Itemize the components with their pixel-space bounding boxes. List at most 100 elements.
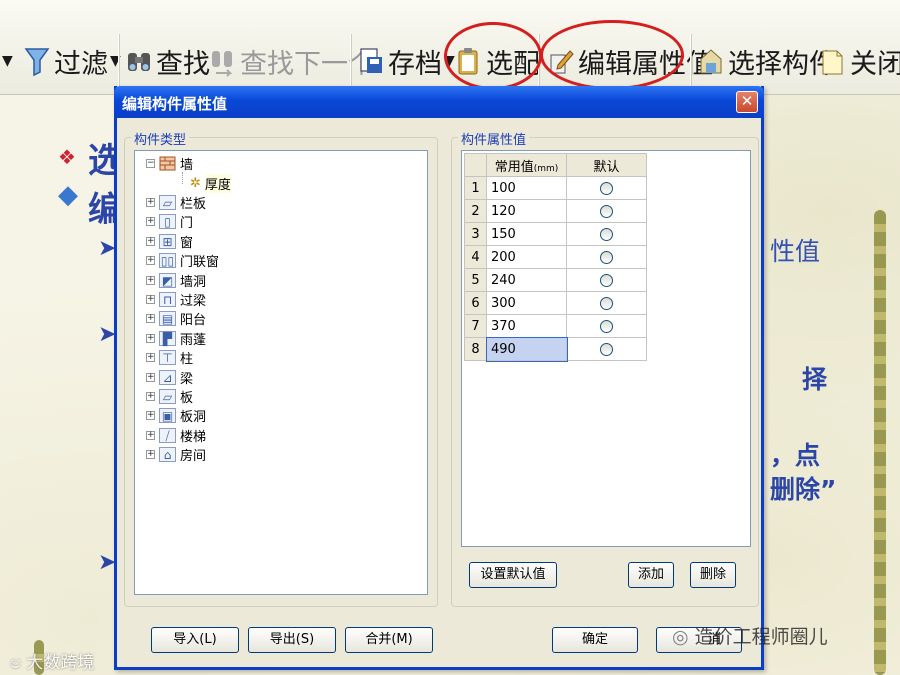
default-radio[interactable]: [600, 204, 613, 218]
table-row[interactable]: 2 120: [464, 199, 647, 223]
default-radio[interactable]: [600, 273, 613, 287]
tree-item[interactable]: + ⊤ 柱: [146, 348, 193, 367]
set-default-button[interactable]: 设置默认值: [469, 562, 557, 588]
default-radio[interactable]: [600, 296, 613, 310]
close-toolbar-label: 关闭: [850, 48, 900, 80]
value-cell[interactable]: 300: [486, 291, 567, 315]
table-row[interactable]: 4 200: [464, 245, 647, 269]
default-radio[interactable]: [600, 181, 613, 195]
default-cell[interactable]: [566, 176, 647, 200]
export-button[interactable]: 导出(S): [248, 627, 336, 653]
default-radio[interactable]: [600, 250, 613, 264]
default-cell[interactable]: [566, 268, 647, 292]
value-cell[interactable]: 370: [486, 314, 567, 338]
expand-icon[interactable]: +: [146, 314, 155, 324]
default-cell[interactable]: [566, 314, 647, 338]
value-cell[interactable]: 200: [486, 245, 567, 269]
tree-item-label: 门联窗: [180, 255, 220, 271]
expand-icon[interactable]: +: [146, 217, 155, 227]
expand-icon[interactable]: +: [146, 392, 155, 401]
expand-icon[interactable]: +: [146, 372, 155, 382]
default-radio[interactable]: [600, 227, 613, 241]
default-cell[interactable]: [566, 222, 647, 246]
merge-button[interactable]: 合并(M): [345, 627, 433, 653]
column-header-unit: (mm): [533, 163, 559, 174]
save-archive-button[interactable]: 存档 ▼: [358, 40, 455, 82]
expand-icon[interactable]: +: [146, 256, 155, 266]
dialog-close-button[interactable]: ✕: [736, 91, 758, 113]
tree-item[interactable]: + ▱ 板: [146, 387, 193, 406]
expand-icon[interactable]: +: [146, 275, 155, 285]
tree-item[interactable]: + ⊓ 过梁: [146, 290, 206, 309]
tree-item[interactable]: + ⊿ 梁: [146, 368, 193, 387]
tree-item-label: 过梁: [180, 294, 207, 309]
tree-item-wall[interactable]: − 墙: [146, 154, 193, 173]
default-cell[interactable]: [566, 337, 647, 361]
tree-item-label: 雨蓬: [180, 332, 207, 348]
default-cell[interactable]: [566, 245, 647, 269]
tree-item[interactable]: + ⌂ 房间: [146, 445, 206, 464]
ok-button[interactable]: 确定: [552, 627, 638, 653]
row-number: 2: [464, 199, 487, 223]
collapse-icon[interactable]: −: [146, 159, 155, 168]
tree-item[interactable]: + ◩ 墙洞: [146, 271, 206, 290]
table-row[interactable]: 3 150: [464, 222, 647, 246]
value-cell[interactable]: 120: [486, 199, 567, 223]
expand-icon[interactable]: +: [146, 353, 155, 363]
table-row[interactable]: 7 370: [464, 314, 647, 338]
row-number-header: [464, 153, 487, 177]
add-button[interactable]: 添加: [628, 562, 674, 588]
tree-item[interactable]: + ⧸ 楼梯: [146, 426, 206, 445]
value-cell[interactable]: 240: [486, 268, 567, 292]
default-cell[interactable]: [566, 291, 647, 315]
component-type-icon: ▯▯: [159, 253, 176, 269]
row-number: 3: [464, 222, 487, 246]
default-radio[interactable]: [600, 342, 613, 356]
import-button[interactable]: 导入(L): [151, 627, 239, 653]
expand-icon[interactable]: +: [146, 236, 155, 246]
dialog-titlebar[interactable]: 编辑构件属性值 ✕: [114, 86, 764, 118]
select-component-icon: [700, 49, 722, 74]
delete-button[interactable]: 删除: [690, 562, 736, 588]
expand-icon[interactable]: +: [146, 450, 155, 460]
component-type-icon: ▣: [159, 408, 176, 424]
expand-icon[interactable]: +: [146, 333, 155, 343]
default-radio[interactable]: [600, 319, 613, 333]
row-number: 7: [464, 314, 487, 338]
table-row[interactable]: 1 100: [464, 176, 647, 200]
value-cell[interactable]: 490: [485, 336, 568, 362]
tree-item[interactable]: + ⊞ 窗: [146, 232, 193, 251]
watermark-logo-icon: ಲ: [10, 653, 27, 673]
toolbar-dropdown-caret[interactable]: ▼: [2, 40, 13, 82]
tree-item[interactable]: + ▣ 板洞: [146, 406, 206, 425]
tree-item[interactable]: + ▯ 门: [146, 212, 193, 231]
column-header-label: 常用值: [494, 159, 534, 175]
gear-icon: ✲: [190, 176, 201, 191]
tree-item-thickness[interactable]: ✲ 厚度: [190, 174, 231, 193]
tree-item[interactable]: + ▤ 阳台: [146, 309, 206, 328]
close-toolbar-button[interactable]: 关闭: [820, 40, 900, 82]
tree-item[interactable]: + ▯▯ 门联窗: [146, 251, 219, 270]
tree-item[interactable]: + ▱ 栏板: [146, 193, 206, 212]
column-header-default[interactable]: 默认: [566, 153, 647, 177]
expand-icon[interactable]: +: [146, 430, 155, 440]
property-value-grid[interactable]: 常用值(mm) 默认 1 100 2 120 3 150 4 200 5 240 6 300 7 370 8…: [461, 150, 751, 547]
row-number: 1: [464, 176, 487, 200]
table-row[interactable]: 5 240: [464, 268, 647, 292]
select-component-button[interactable]: 选择构件: [698, 40, 836, 82]
table-row[interactable]: 6 300: [464, 291, 647, 315]
value-cell[interactable]: 150: [486, 222, 567, 246]
value-cell[interactable]: 100: [486, 176, 567, 200]
column-header-value[interactable]: 常用值(mm): [486, 153, 567, 177]
expand-icon[interactable]: +: [146, 198, 155, 207]
expand-icon[interactable]: +: [146, 411, 155, 421]
save-document-icon: [360, 48, 382, 73]
find-button[interactable]: 查找: [126, 40, 210, 82]
expand-icon[interactable]: +: [146, 295, 155, 304]
filter-button[interactable]: 过滤 ▼: [24, 40, 121, 82]
default-cell[interactable]: [566, 199, 647, 223]
highlight-ellipse-edit-props: [540, 20, 684, 90]
row-number: 5: [464, 268, 487, 292]
table-row[interactable]: 8 490: [464, 336, 647, 362]
tree-item[interactable]: + ▛ 雨蓬: [146, 329, 206, 348]
